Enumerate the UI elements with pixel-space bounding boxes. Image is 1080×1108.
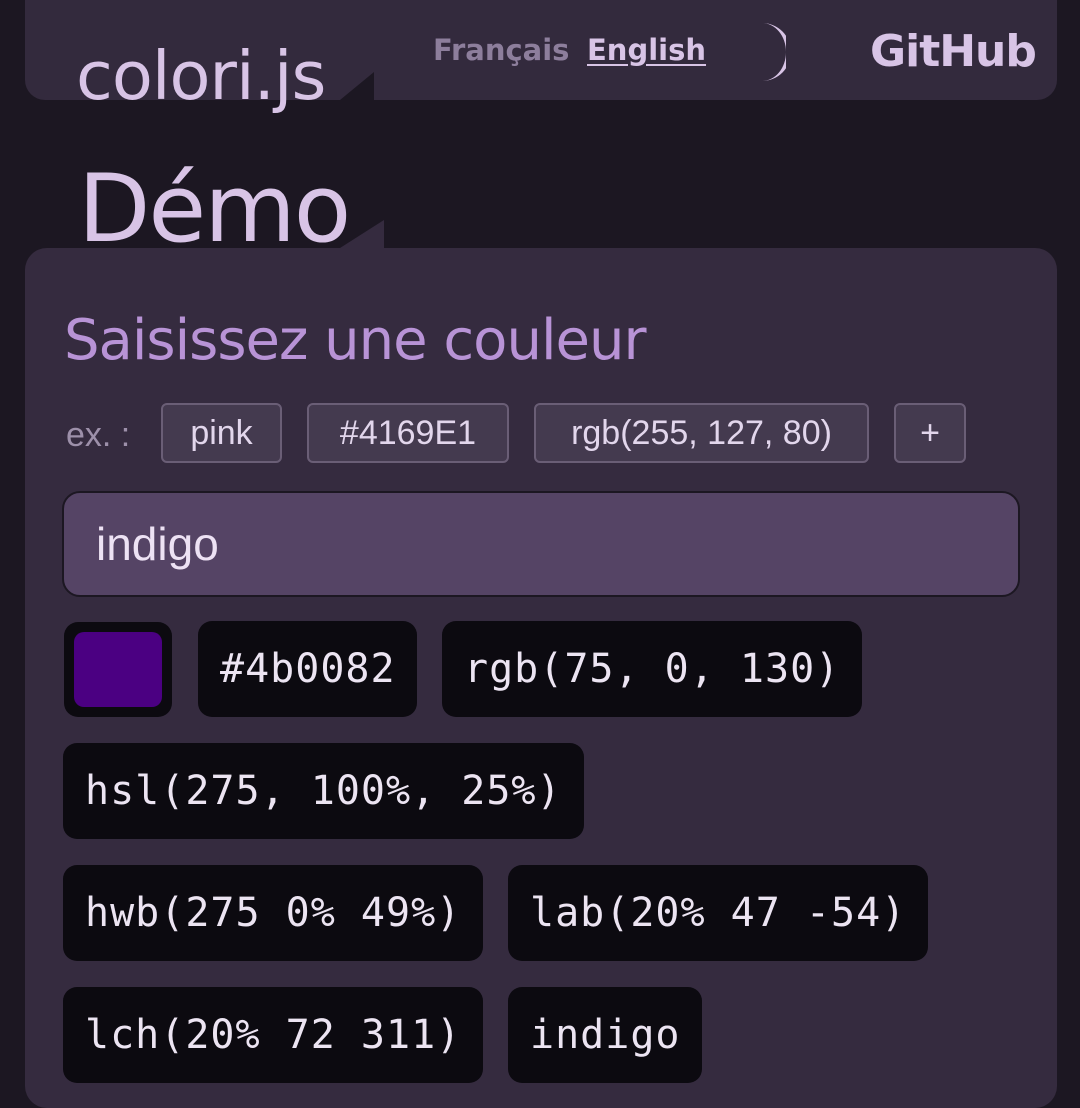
dark-mode-toggle[interactable] bbox=[738, 22, 791, 82]
title-tab-notch bbox=[340, 72, 374, 100]
moon-icon bbox=[762, 23, 791, 81]
example-button-hex[interactable]: #4169E1 bbox=[307, 403, 509, 463]
lang-link-francais[interactable]: Français bbox=[433, 30, 569, 70]
example-button-rgb[interactable]: rgb(255, 127, 80) bbox=[534, 403, 869, 463]
examples-label: ex. : bbox=[66, 416, 131, 454]
github-link[interactable]: GitHub bbox=[870, 24, 1037, 80]
color-swatch bbox=[64, 622, 172, 717]
color-swatch-fill bbox=[74, 632, 162, 707]
section-tab-notch bbox=[340, 220, 384, 248]
output-lab[interactable]: lab(20% 47 -54) bbox=[508, 865, 928, 961]
output-name[interactable]: indigo bbox=[508, 987, 702, 1083]
output-rgb[interactable]: rgb(75, 0, 130) bbox=[442, 621, 862, 717]
site-title[interactable]: colori.js bbox=[76, 38, 326, 114]
color-input[interactable] bbox=[62, 491, 1020, 597]
demo-heading: Saisissez une couleur bbox=[64, 308, 646, 373]
output-hex[interactable]: #4b0082 bbox=[198, 621, 417, 717]
more-examples-button[interactable]: + bbox=[894, 403, 966, 463]
output-hwb[interactable]: hwb(275 0% 49%) bbox=[63, 865, 483, 961]
output-lch[interactable]: lch(20% 72 311) bbox=[63, 987, 483, 1083]
example-button-pink[interactable]: pink bbox=[161, 403, 282, 463]
lang-link-english[interactable]: English bbox=[587, 30, 706, 70]
output-hsl[interactable]: hsl(275, 100%, 25%) bbox=[63, 743, 584, 839]
